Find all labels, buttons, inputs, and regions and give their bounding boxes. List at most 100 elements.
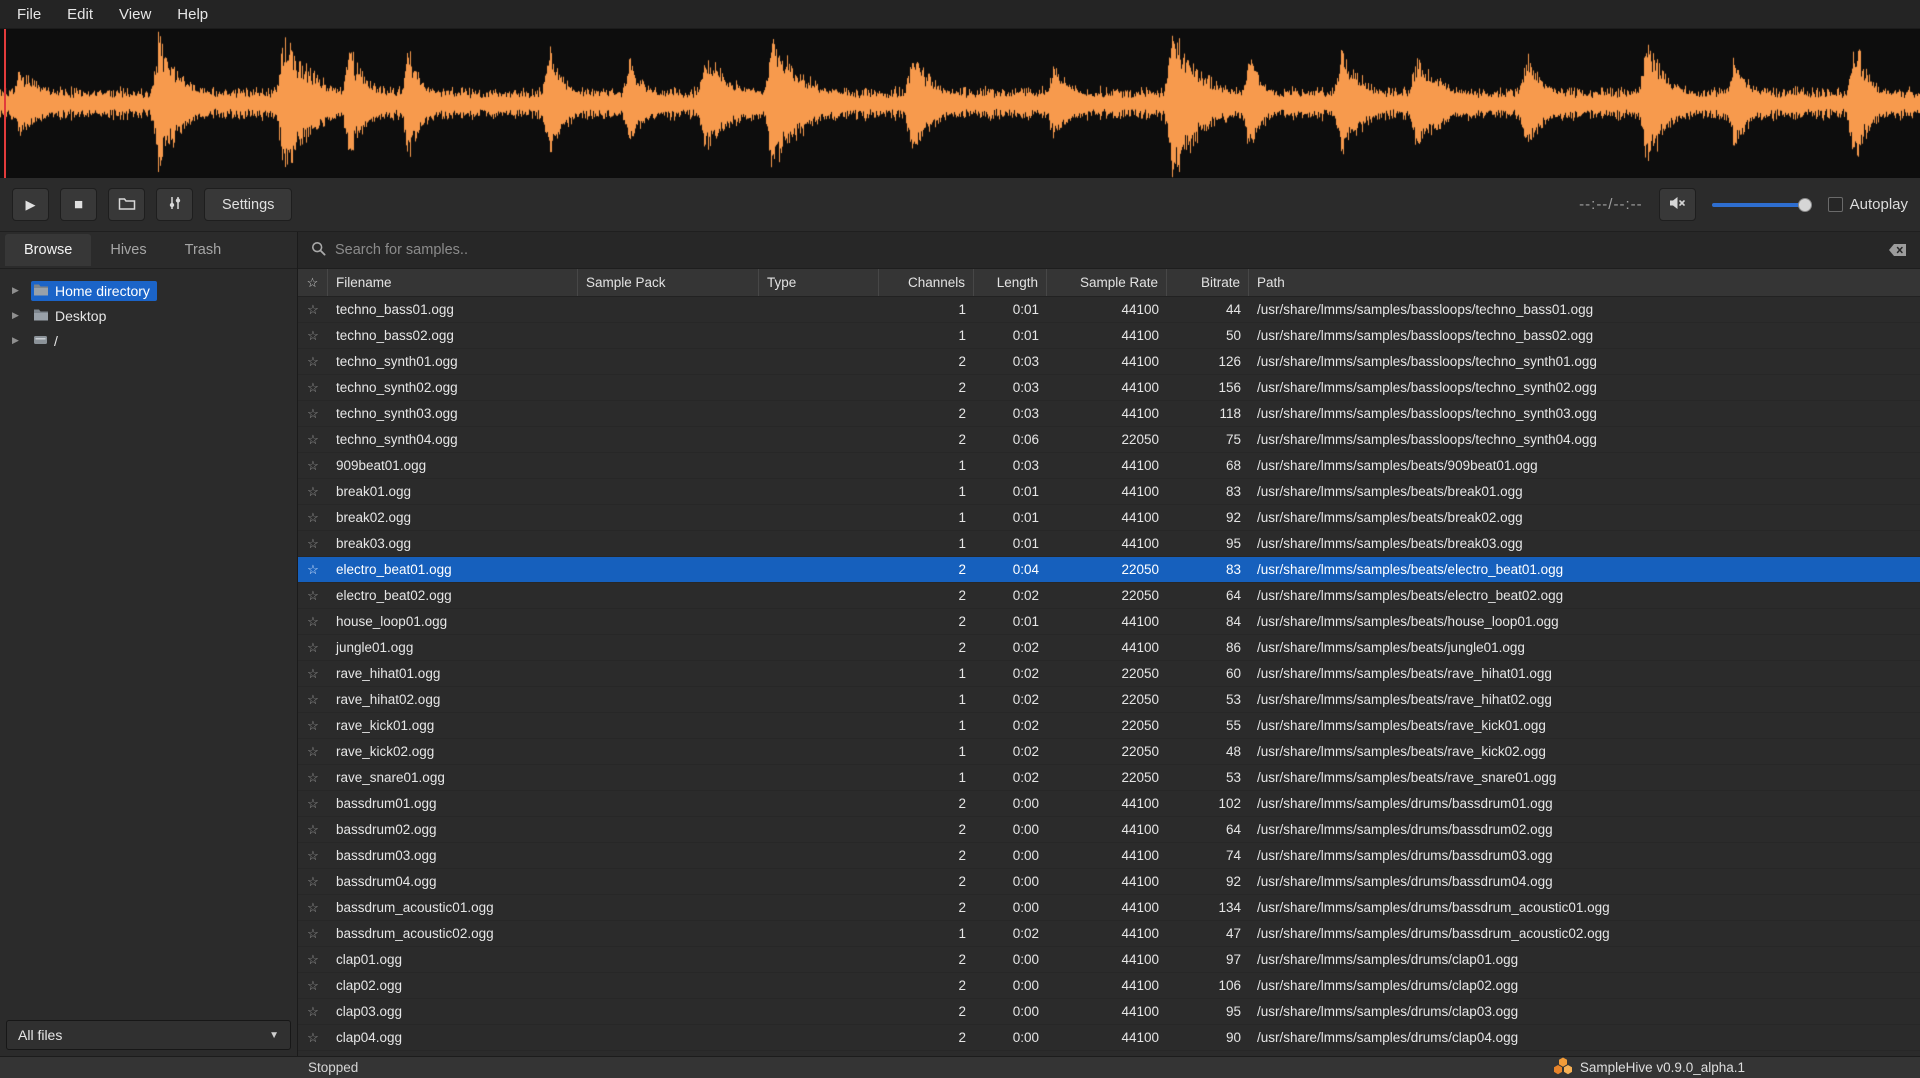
table-row[interactable]: ☆clap03.ogg20:004410095/usr/share/lmms/s… xyxy=(298,999,1920,1025)
table-row[interactable]: ☆bassdrum02.ogg20:004410064/usr/share/lm… xyxy=(298,817,1920,843)
table-row[interactable]: ☆909beat01.ogg10:034410068/usr/share/lmm… xyxy=(298,453,1920,479)
table-row[interactable]: ☆techno_synth03.ogg20:0344100118/usr/sha… xyxy=(298,401,1920,427)
mute-button[interactable] xyxy=(1659,188,1696,221)
favorite-star-icon[interactable]: ☆ xyxy=(298,822,328,838)
table-row[interactable]: ☆techno_synth01.ogg20:0344100126/usr/sha… xyxy=(298,349,1920,375)
table-row[interactable]: ☆bassdrum03.ogg20:004410074/usr/share/lm… xyxy=(298,843,1920,869)
favorite-star-icon[interactable]: ☆ xyxy=(298,354,328,370)
table-row[interactable]: ☆rave_kick02.ogg10:022205048/usr/share/l… xyxy=(298,739,1920,765)
favorite-star-icon[interactable]: ☆ xyxy=(298,848,328,864)
length-cell: 0:00 xyxy=(974,1004,1047,1019)
column-header-channels[interactable]: Channels xyxy=(879,269,974,296)
favorite-star-icon[interactable]: ☆ xyxy=(298,770,328,786)
favorite-star-icon[interactable]: ☆ xyxy=(298,562,328,578)
table-row[interactable]: ☆electro_beat02.ogg20:022205064/usr/shar… xyxy=(298,583,1920,609)
column-header-bitrate[interactable]: Bitrate xyxy=(1167,269,1249,296)
favorite-star-icon[interactable]: ☆ xyxy=(298,796,328,812)
table-row[interactable]: ☆techno_bass02.ogg10:014410050/usr/share… xyxy=(298,323,1920,349)
favorite-star-icon[interactable]: ☆ xyxy=(298,978,328,994)
loop-button[interactable] xyxy=(108,188,145,221)
tree-item-root[interactable]: ▶ / xyxy=(0,328,297,353)
favorite-star-icon[interactable]: ☆ xyxy=(298,900,328,916)
favorite-star-icon[interactable]: ☆ xyxy=(298,406,328,422)
table-row[interactable]: ☆techno_synth04.ogg20:062205075/usr/shar… xyxy=(298,427,1920,453)
favorite-star-icon[interactable]: ☆ xyxy=(298,302,328,318)
expander-arrow-icon[interactable]: ▶ xyxy=(12,335,31,346)
table-row[interactable]: ☆jungle01.ogg20:024410086/usr/share/lmms… xyxy=(298,635,1920,661)
stop-button[interactable]: ■ xyxy=(60,188,97,221)
menu-edit[interactable]: Edit xyxy=(54,0,106,28)
table-row[interactable]: ☆house_loop01.ogg20:014410084/usr/share/… xyxy=(298,609,1920,635)
menu-help[interactable]: Help xyxy=(164,0,221,28)
table-row[interactable]: ☆clap04.ogg20:004410090/usr/share/lmms/s… xyxy=(298,1025,1920,1051)
table-row[interactable]: ☆clap02.ogg20:0044100106/usr/share/lmms/… xyxy=(298,973,1920,999)
favorite-star-icon[interactable]: ☆ xyxy=(298,536,328,552)
length-cell: 0:03 xyxy=(974,354,1047,369)
menu-view[interactable]: View xyxy=(106,0,164,28)
column-header-filename[interactable]: Filename xyxy=(328,269,578,296)
favorite-star-icon[interactable]: ☆ xyxy=(298,380,328,396)
favorite-star-icon[interactable]: ☆ xyxy=(298,744,328,760)
table-row[interactable]: ☆break01.ogg10:014410083/usr/share/lmms/… xyxy=(298,479,1920,505)
favorite-star-icon[interactable]: ☆ xyxy=(298,1030,328,1046)
play-button[interactable]: ▶ xyxy=(12,188,49,221)
bitrate-cell: 83 xyxy=(1167,562,1249,577)
volume-slider-track[interactable] xyxy=(1712,203,1812,207)
column-header-sample-rate[interactable]: Sample Rate xyxy=(1047,269,1167,296)
tab-trash[interactable]: Trash xyxy=(166,234,241,266)
table-row[interactable]: ☆techno_bass01.ogg10:014410044/usr/share… xyxy=(298,297,1920,323)
file-filter-dropdown[interactable]: All files ▼ xyxy=(6,1020,291,1050)
menu-file[interactable]: File xyxy=(4,0,54,28)
favorite-star-icon[interactable]: ☆ xyxy=(298,614,328,630)
table-row[interactable]: ☆bassdrum01.ogg20:0044100102/usr/share/l… xyxy=(298,791,1920,817)
volume-slider[interactable] xyxy=(1712,197,1812,213)
table-row[interactable]: ☆break02.ogg10:014410092/usr/share/lmms/… xyxy=(298,505,1920,531)
channels-cell: 1 xyxy=(879,770,974,785)
favorite-star-icon[interactable]: ☆ xyxy=(298,666,328,682)
favorite-star-icon[interactable]: ☆ xyxy=(298,328,328,344)
tune-button[interactable] xyxy=(156,188,193,221)
favorite-star-icon[interactable]: ☆ xyxy=(298,458,328,474)
favorite-star-icon[interactable]: ☆ xyxy=(298,692,328,708)
expander-arrow-icon[interactable]: ▶ xyxy=(12,285,31,296)
waveform-display[interactable] xyxy=(0,29,1920,178)
settings-button[interactable]: Settings xyxy=(204,188,292,221)
table-row[interactable]: ☆rave_hihat02.ogg10:022205053/usr/share/… xyxy=(298,687,1920,713)
table-row[interactable]: ☆rave_hihat01.ogg10:022205060/usr/share/… xyxy=(298,661,1920,687)
favorite-star-icon[interactable]: ☆ xyxy=(298,510,328,526)
tab-hives[interactable]: Hives xyxy=(91,234,165,266)
path-cell: /usr/share/lmms/samples/beats/house_loop… xyxy=(1249,614,1920,629)
favorite-star-icon[interactable]: ☆ xyxy=(298,588,328,604)
column-header-type[interactable]: Type xyxy=(759,269,879,296)
table-row[interactable]: ☆clap01.ogg20:004410097/usr/share/lmms/s… xyxy=(298,947,1920,973)
table-row[interactable]: ☆rave_snare01.ogg10:022205053/usr/share/… xyxy=(298,765,1920,791)
column-header-path[interactable]: Path xyxy=(1249,269,1920,296)
volume-slider-handle[interactable] xyxy=(1798,198,1812,212)
favorite-star-icon[interactable]: ☆ xyxy=(298,640,328,656)
table-row[interactable]: ☆bassdrum04.ogg20:004410092/usr/share/lm… xyxy=(298,869,1920,895)
table-row[interactable]: ☆techno_synth02.ogg20:0344100156/usr/sha… xyxy=(298,375,1920,401)
tree-item-home-directory[interactable]: ▶ Home directory xyxy=(0,278,297,303)
tab-browse[interactable]: Browse xyxy=(5,234,91,266)
favorite-star-icon[interactable]: ☆ xyxy=(298,874,328,890)
favorite-star-icon[interactable]: ☆ xyxy=(298,432,328,448)
column-header-favorite[interactable]: ☆ xyxy=(298,269,328,296)
table-row[interactable]: ☆electro_beat01.ogg20:042205083/usr/shar… xyxy=(298,557,1920,583)
column-header-length[interactable]: Length xyxy=(974,269,1047,296)
clear-search-icon[interactable] xyxy=(1888,243,1907,257)
autoplay-checkbox[interactable] xyxy=(1828,197,1843,212)
table-row[interactable]: ☆bassdrum_acoustic02.ogg10:024410047/usr… xyxy=(298,921,1920,947)
sample-rate-cell: 44100 xyxy=(1047,848,1167,863)
table-row[interactable]: ☆break03.ogg10:014410095/usr/share/lmms/… xyxy=(298,531,1920,557)
expander-arrow-icon[interactable]: ▶ xyxy=(12,310,31,321)
column-header-sample-pack[interactable]: Sample Pack xyxy=(578,269,759,296)
favorite-star-icon[interactable]: ☆ xyxy=(298,1004,328,1020)
favorite-star-icon[interactable]: ☆ xyxy=(298,718,328,734)
search-input[interactable] xyxy=(335,242,1879,258)
table-row[interactable]: ☆rave_kick01.ogg10:022205055/usr/share/l… xyxy=(298,713,1920,739)
favorite-star-icon[interactable]: ☆ xyxy=(298,484,328,500)
favorite-star-icon[interactable]: ☆ xyxy=(298,952,328,968)
table-row[interactable]: ☆bassdrum_acoustic01.ogg20:0044100134/us… xyxy=(298,895,1920,921)
tree-item-desktop[interactable]: ▶ Desktop xyxy=(0,303,297,328)
favorite-star-icon[interactable]: ☆ xyxy=(298,926,328,942)
